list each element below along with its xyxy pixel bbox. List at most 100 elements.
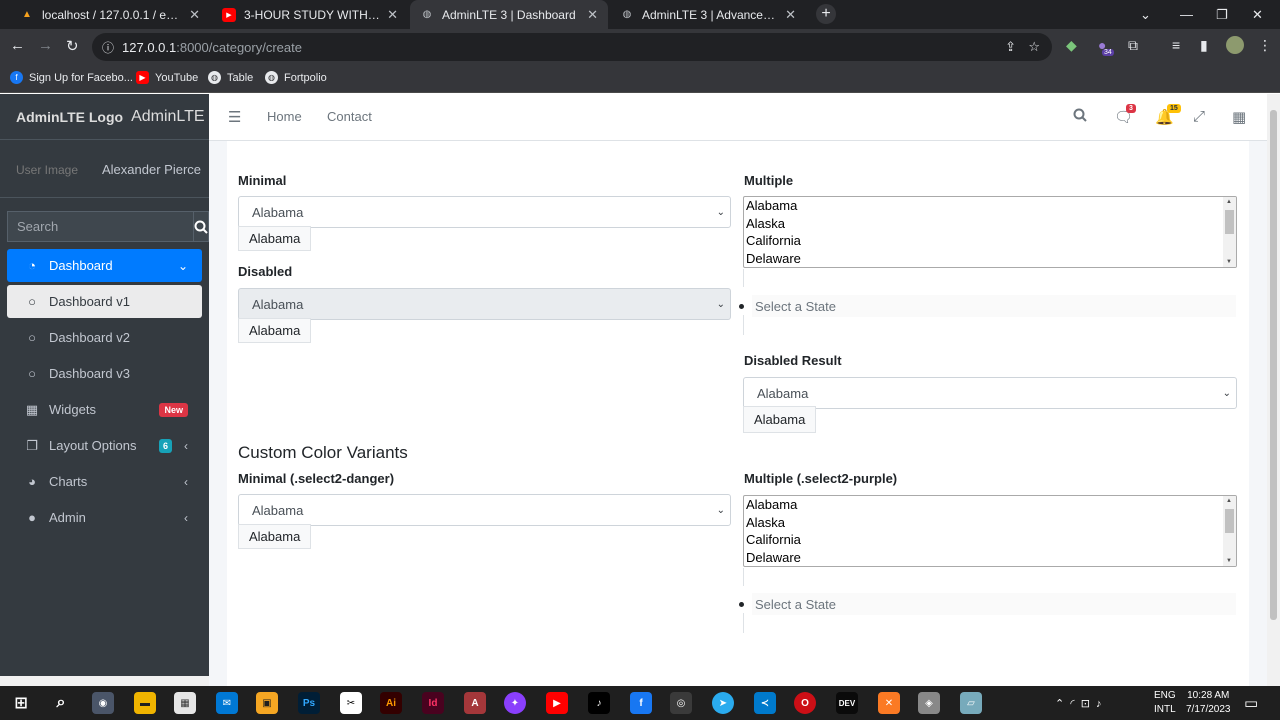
app-icon[interactable]: ◈ (918, 692, 940, 714)
sidebar-item-admin[interactable]: ● Admin ‹ (7, 501, 202, 534)
bookmark-item[interactable]: ▶ YouTube (136, 71, 198, 84)
facebook-icon[interactable]: f (630, 692, 652, 714)
bookmark-item[interactable]: ◍ Table (208, 71, 253, 84)
sidebar-item-charts[interactable]: ◕ Charts ‹ (7, 465, 202, 498)
maximize-button[interactable]: ❐ (1216, 0, 1228, 29)
user-panel[interactable]: User Image Alexander Pierce (0, 142, 209, 198)
photoshop-icon[interactable]: Ps (298, 692, 320, 714)
sidebar-item-dashboard-v3[interactable]: ○ Dashboard v3 (7, 357, 202, 390)
state-search-input[interactable]: Select a State (752, 593, 1236, 615)
bookmark-star-icon[interactable]: ☆ (1028, 39, 1040, 55)
notification-icon[interactable]: ▭ (1244, 686, 1258, 720)
dev-icon[interactable]: DEV (836, 692, 858, 714)
search-icon[interactable] (193, 211, 209, 242)
profile-avatar[interactable] (1226, 36, 1244, 54)
tiktok-icon[interactable]: ♪ (588, 692, 610, 714)
purple-multiple-select[interactable]: Alabama Alaska California Delaware ▲ ▼ (743, 495, 1237, 567)
option[interactable]: Alaska (744, 215, 1236, 233)
reload-icon[interactable]: ↻ (66, 37, 79, 55)
option[interactable]: California (744, 531, 1236, 549)
option[interactable]: California (744, 232, 1236, 250)
sidebar-search-input[interactable] (7, 211, 193, 242)
app-icon[interactable]: ▣ (256, 692, 278, 714)
opera-icon[interactable]: O (794, 692, 816, 714)
bell-icon[interactable]: 🔔 15 (1155, 104, 1181, 126)
sidebar-item-widgets[interactable]: ▦ Widgets New (7, 393, 202, 426)
browser-tab-active[interactable]: ◍ AdminLTE 3 | Dashboard ✕ (410, 0, 608, 29)
browser-tab[interactable]: ◍ AdminLTE 3 | Advanced form el ✕ (610, 0, 806, 29)
chrome-icon[interactable]: ◎ (670, 692, 692, 714)
share-icon[interactable]: ⇪ (1005, 39, 1016, 55)
new-tab-button[interactable]: + (816, 4, 836, 24)
option[interactable]: Alaska (744, 514, 1236, 532)
tray-icons[interactable]: ⌃ ◜ ⊡ ♪ (1055, 686, 1102, 720)
select2-search[interactable]: Select a State (739, 295, 1236, 317)
nav-link-home[interactable]: Home (267, 109, 302, 124)
illustrator-icon[interactable]: Ai (380, 692, 402, 714)
close-icon[interactable]: ✕ (587, 7, 598, 23)
nav-link-contact[interactable]: Contact (327, 109, 372, 124)
sidebar-scrollbar[interactable] (0, 676, 209, 686)
messenger-icon[interactable]: ✦ (504, 692, 526, 714)
select2-result[interactable]: Alabama (238, 226, 312, 251)
language-indicator[interactable]: ENG INTL (1154, 686, 1176, 720)
listbox-scrollbar[interactable]: ▲ ▼ (1223, 197, 1236, 267)
media-icon[interactable]: ≡ (1172, 37, 1180, 53)
expand-icon[interactable]: ⤢ (1193, 108, 1205, 125)
tab-search-icon[interactable]: ⌄ (1140, 0, 1151, 29)
minimal-select[interactable]: Alabama ⌄ (238, 196, 731, 228)
access-icon[interactable]: A (464, 692, 486, 714)
extension-icon[interactable]: ◆ (1066, 37, 1077, 54)
sidebar-item-layout-options[interactable]: ❐ Layout Options 6 ‹ (7, 429, 202, 462)
comments-icon[interactable]: 🗨 3 (1114, 104, 1136, 126)
indesign-icon[interactable]: Id (422, 692, 444, 714)
close-icon[interactable]: ✕ (189, 7, 200, 23)
close-icon[interactable]: ✕ (387, 7, 398, 23)
select2-result[interactable]: Alabama (743, 406, 817, 433)
close-icon[interactable]: ✕ (785, 7, 796, 23)
mail-icon[interactable]: ✉ (216, 692, 238, 714)
youtube-icon[interactable]: ▶ (546, 692, 568, 714)
url-bar[interactable]: ⓘ 127.0.0.1:8000/category/create ⇪ ☆ (92, 33, 1052, 61)
search-icon[interactable]: ⌕ (50, 692, 72, 714)
camera-icon[interactable]: ◉ (92, 692, 114, 714)
clock[interactable]: 10:28 AM 7/17/2023 (1186, 686, 1231, 720)
xampp-icon[interactable]: ✕ (878, 692, 900, 714)
option[interactable]: Delaware (744, 549, 1236, 567)
capcut-icon[interactable]: ✂ (340, 692, 362, 714)
sidebar-item-dashboard-v2[interactable]: ○ Dashboard v2 (7, 321, 202, 354)
info-icon[interactable]: ⓘ (102, 39, 114, 56)
user-name[interactable]: Alexander Pierce (102, 162, 201, 177)
app-icon[interactable]: ▱ (960, 692, 982, 714)
close-window-button[interactable]: ✕ (1252, 0, 1263, 29)
multiple-select[interactable]: Alabama Alaska California Delaware ▲ ▼ (743, 196, 1237, 268)
state-search-input[interactable]: Select a State (752, 295, 1236, 317)
side-panel-icon[interactable]: ▮ (1200, 37, 1208, 54)
store-icon[interactable]: ▦ (174, 692, 196, 714)
sidebar-item-dashboard[interactable]: ◔ Dashboard ⌄ (7, 249, 202, 282)
vscode-icon[interactable]: ≺ (754, 692, 776, 714)
listbox-scrollbar[interactable]: ▲ ▼ (1223, 496, 1236, 566)
bookmark-item[interactable]: f Sign Up for Facebo... (10, 71, 133, 84)
search-icon[interactable] (1073, 108, 1087, 126)
browser-tab[interactable]: ▶ 3-HOUR STUDY WITH ME ✕ (212, 0, 408, 29)
option[interactable]: Delaware (744, 250, 1236, 268)
hamburger-icon[interactable]: ☰ (228, 108, 241, 126)
puzzle-icon[interactable]: ⧉ (1128, 37, 1138, 54)
bookmark-item[interactable]: ◍ Fortpolio (265, 71, 327, 84)
back-icon[interactable]: ← (10, 37, 25, 54)
windows-start-icon[interactable]: ⊞ (10, 692, 32, 714)
forward-icon[interactable]: → (38, 37, 53, 54)
option[interactable]: Alabama (744, 197, 1236, 215)
grid-icon[interactable]: ▦ (1232, 108, 1246, 126)
select2-search[interactable]: Select a State (739, 593, 1236, 615)
disabled-result-select[interactable]: Alabama ⌄ (743, 377, 1237, 409)
sidebar-item-dashboard-v1[interactable]: ○ Dashboard v1 (7, 285, 202, 318)
file-explorer-icon[interactable]: ▬ (134, 692, 156, 714)
brand-link[interactable]: AdminLTE Logo AdminLTE (0, 94, 209, 140)
browser-tab[interactable]: ▲ localhost / 127.0.0.1 / ecomers ✕ (10, 0, 210, 29)
minimize-button[interactable]: — (1180, 0, 1193, 29)
select2-result[interactable]: Alabama (238, 524, 312, 549)
page-scrollbar[interactable] (1267, 94, 1280, 686)
telegram-icon[interactable]: ➤ (712, 692, 734, 714)
